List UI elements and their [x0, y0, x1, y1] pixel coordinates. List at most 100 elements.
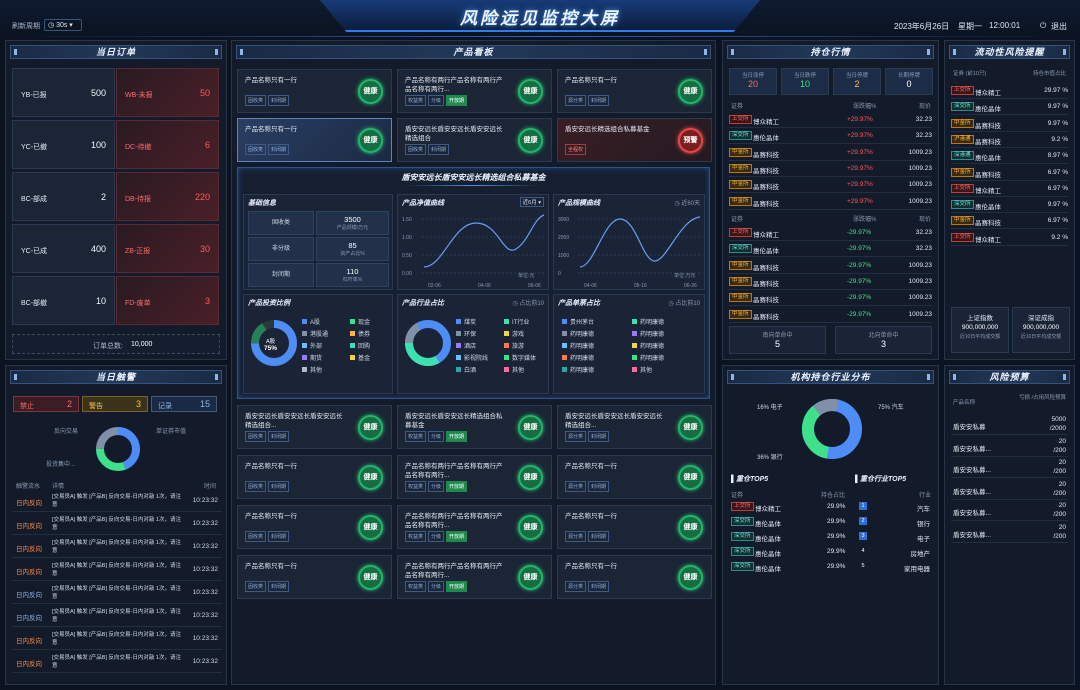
liquidity-row[interactable]: 深港通 惠伦晶体 8.97 %	[951, 148, 1068, 165]
order-value: 3	[204, 296, 210, 306]
detail-title-underline	[408, 185, 538, 186]
product-card[interactable]: 产品名称只有一行 源分类 封闭期 健康	[557, 505, 712, 549]
product-tag: 分级	[428, 581, 445, 592]
order-card[interactable]: ZB-正报 30	[116, 224, 219, 273]
north-hit-value: 3	[880, 339, 886, 349]
order-card[interactable]: BC-部撤 10	[12, 276, 115, 325]
trigger-stat[interactable]: 禁止 2	[13, 396, 79, 412]
market-row[interactable]: 中金所 晶赛科技 -29.97% 1009.23	[729, 307, 932, 323]
market-row[interactable]: 深交所 惠伦晶体 +29.97% 32.23	[729, 128, 932, 145]
product-card[interactable]: 盾安安远长盾安安远长盾安安远长精选组合 固收类 封闭期 健康	[397, 118, 552, 162]
order-card[interactable]: DB-待报 220	[116, 172, 219, 221]
exchange-tag: 中金所	[951, 216, 974, 226]
index-card[interactable]: 深证成指 900,000,000 近10日平均成交额	[1012, 307, 1070, 353]
market-row[interactable]: 中金所 晶赛科技 +29.97% 1009.23	[729, 161, 932, 177]
budget-name: 盾安安私募...	[953, 445, 991, 453]
trigger-detail: [交易员A] 触发 [产品B] 反向交易-日内对敲 1次，请注意	[52, 563, 181, 577]
trigger-row[interactable]: 日内反向 [交易员A] 触发 [产品B] 反向交易-日内对敲 1次，请注意 10:2…	[12, 582, 222, 604]
order-card[interactable]: YB-已报 500	[12, 68, 115, 117]
trigger-row[interactable]: 日内反向 [交易员A] 触发 [产品B] 反向交易-日内对敲 1次，请注意 10:2…	[12, 559, 222, 581]
market-row[interactable]: 中金所 晶赛科技 -29.97% 1009.23	[729, 258, 932, 274]
product-card[interactable]: 盾安安远长盾安安远长盾安安远长精选组合... 源分类 封闭期 健康	[557, 405, 712, 449]
product-card[interactable]: 产品名称有两行产品名称有两行产品名称有两行... 权益类 分级 开放期 健康	[397, 69, 552, 113]
industry-ratio-title: 产品行业占比	[402, 300, 444, 307]
holding-ratio: 29.9%	[827, 563, 846, 570]
trigger-detail: [交易员A] 触发 [产品B] 反向交易-日内对敲 1次，请注意	[52, 586, 181, 600]
order-card[interactable]: BC-部成 2	[12, 172, 115, 221]
market-row[interactable]: 中金所 晶赛科技 +29.97% 1009.23	[729, 194, 932, 210]
product-tag: 固收类	[245, 481, 267, 492]
budget-row[interactable]: 盾安安私募... 20/200	[951, 479, 1068, 500]
product-card[interactable]: 产品名称只有一行 源分类 封闭期 健康	[557, 555, 712, 599]
product-card[interactable]: 产品名称有两行产品名称有两行产品名称有两行... 权益类 分级 开放期 健康	[397, 555, 552, 599]
trigger-row[interactable]: 日内反向 [交易员A] 触发 [产品B] 反向交易-日内对敲 1次，请注意 10:2…	[12, 628, 222, 650]
trigger-stat[interactable]: 记录 15	[151, 396, 217, 412]
legend-swatch	[350, 319, 355, 324]
market-stat[interactable]: 当日跌停 10	[781, 68, 829, 95]
market-row[interactable]: 上交所 博众精工 -29.97% 32.23	[729, 225, 932, 241]
change-pct: +29.97%	[847, 116, 873, 123]
trigger-detail: [交易员A] 触发 [产品B] 反向交易-日内对敲 1次，请注意	[52, 632, 181, 646]
legend-swatch	[504, 343, 509, 348]
index-card[interactable]: 上证指数 900,000,000 近10日平均成交额	[951, 307, 1009, 353]
liquidity-row[interactable]: 沪港通 晶赛科技 9.2 %	[951, 132, 1068, 148]
market-row[interactable]: 上交所 博众精工 +29.97% 32.23	[729, 112, 932, 128]
liquidity-row[interactable]: 上交所 博众精工 6.97 %	[951, 181, 1068, 197]
market-row[interactable]: 深交所 惠伦晶体 -29.97% 32.23	[729, 241, 932, 258]
liquidity-row[interactable]: 中金所 晶赛科技 6.97 %	[951, 165, 1068, 181]
legend-swatch	[504, 355, 509, 360]
trigger-stat[interactable]: 警告 3	[82, 396, 148, 412]
logout-button[interactable]: 退出	[1051, 21, 1067, 32]
product-card[interactable]: 产品名称有两行产品名称有两行产品名称有两行... 权益类 分级 开放期 健康	[397, 455, 552, 499]
budget-row[interactable]: 盾安安私募... 20/200	[951, 436, 1068, 457]
trigger-row[interactable]: 日内反向 [交易员A] 触发 [产品B] 反向交易-日内对敲 1次，请注意 10:2…	[12, 536, 222, 558]
market-stat[interactable]: 长期停牌 0	[885, 68, 933, 95]
order-label: WB-未报	[125, 92, 153, 99]
market-stat[interactable]: 当日停牌 2	[833, 68, 881, 95]
nav-range-select[interactable]: 近6月 ▾	[519, 197, 544, 207]
legend-swatch	[456, 331, 461, 336]
product-card[interactable]: 产品名称只有一行 固收类 封闭期 健康	[237, 455, 392, 499]
product-card[interactable]: 盾安安远长精选组合私募基金 全程权 预警	[557, 118, 712, 162]
order-value: 100	[90, 140, 106, 150]
trigger-row[interactable]: 日内反向 [交易员A] 触发 [产品B] 反向交易-日内对敲 1次，请注意 10:2…	[12, 490, 222, 512]
order-card[interactable]: FD-废单 3	[116, 276, 219, 325]
product-card[interactable]: 产品名称只有一行 源分类 封闭期 健康	[557, 455, 712, 499]
budget-row[interactable]: 盾安安私募 5000/2000	[951, 414, 1068, 435]
exchange-tag: 上交所	[729, 115, 752, 124]
budget-row[interactable]: 盾安安私募... 20/200	[951, 457, 1068, 478]
refresh-select[interactable]: ◷ 30s ▾	[44, 19, 82, 31]
trigger-row[interactable]: 日内反向 [交易员A] 触发 [产品B] 反向交易-日内对敲 1次，请注意 10:2…	[12, 513, 222, 535]
liquidity-row[interactable]: 上交所 博众精工 29.97 %	[951, 83, 1068, 99]
liquidity-row[interactable]: 上交所 博众精工 9.2 %	[951, 230, 1068, 246]
product-name: 产品名称只有一行	[565, 463, 617, 470]
order-card[interactable]: YC-已撤 100	[12, 120, 115, 169]
legend-swatch	[350, 331, 355, 336]
product-card[interactable]: 产品名称只有一行 固收类 封闭期 健康	[237, 505, 392, 549]
product-card[interactable]: 产品名称只有一行 固收类 封闭期 健康	[237, 555, 392, 599]
order-card[interactable]: DC-待撤 6	[116, 120, 219, 169]
liquidity-row[interactable]: 中金所 晶赛科技 9.97 %	[951, 116, 1068, 132]
order-card[interactable]: WB-未报 50	[116, 68, 219, 117]
market-stat[interactable]: 当日涨停 20	[729, 68, 777, 95]
liquidity-row[interactable]: 中金所 晶赛科技 6.97 %	[951, 213, 1068, 230]
power-icon[interactable]: ⏻	[1040, 21, 1046, 31]
product-card[interactable]: 产品名称只有一行 固收类 封闭期 健康	[237, 69, 392, 113]
budget-row[interactable]: 盾安安私募... 20/200	[951, 522, 1068, 543]
market-row[interactable]: 中金所 晶赛科技 +29.97% 1009.23	[729, 177, 932, 194]
security-name: 晶赛科技	[753, 151, 779, 159]
product-card[interactable]: 盾安安远长盾安安远长精选组合私募基金 权益类 分级 开放期 健康	[397, 405, 552, 449]
budget-row[interactable]: 盾安安私募... 20/200	[951, 500, 1068, 521]
trigger-row[interactable]: 日内反向 [交易员A] 触发 [产品B] 反向交易-日内对敲 1次，请注意 10:2…	[12, 605, 222, 627]
product-card[interactable]: 产品名称只有一行 固收类 封闭期 健康	[237, 118, 392, 162]
product-card[interactable]: 产品名称有两行产品名称有两行产品名称有两行... 权益类 分级 开放期 健康	[397, 505, 552, 549]
trigger-row[interactable]: 日内反向 [交易员A] 触发 [产品B] 反向交易-日内对敲 1次，请注意 10:2…	[12, 651, 222, 673]
liquidity-row[interactable]: 深交所 惠伦晶体 9.97 %	[951, 197, 1068, 214]
product-card[interactable]: 盾安安远长盾安安远长盾安安远长精选组合... 固收类 封闭期 健康	[237, 405, 392, 449]
market-row[interactable]: 中金所 晶赛科技 -29.97% 1009.23	[729, 290, 932, 307]
liquidity-row[interactable]: 深交所 惠伦晶体 9.97 %	[951, 99, 1068, 116]
order-card[interactable]: YC-已成 400	[12, 224, 115, 273]
product-card[interactable]: 产品名称只有一行 源分类 封闭期 健康	[557, 69, 712, 113]
market-row[interactable]: 中金所 晶赛科技 +29.97% 1009.23	[729, 145, 932, 161]
market-row[interactable]: 中金所 晶赛科技 -29.97% 1009.23	[729, 274, 932, 290]
